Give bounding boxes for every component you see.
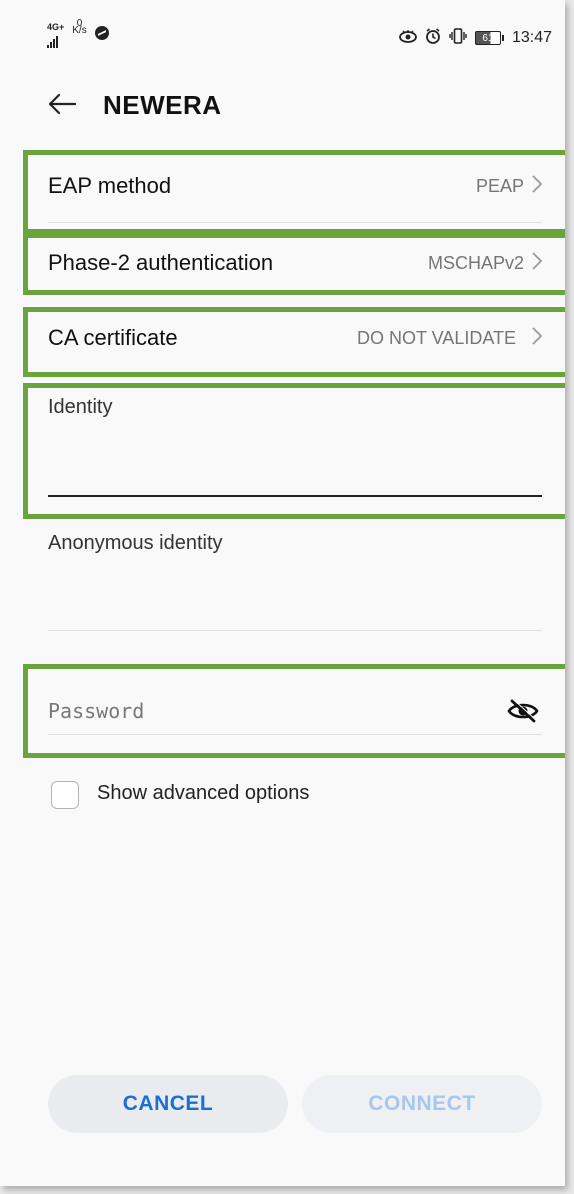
- password-input[interactable]: [48, 693, 488, 729]
- password-underline: [48, 734, 542, 735]
- network-type: 4G+: [47, 22, 65, 32]
- battery-level: 61: [474, 30, 501, 45]
- wifi-config-screen: 4G+ 0 K/s 61 13:47 NEWERA EAP method PEA…: [0, 0, 565, 1186]
- ca-certificate-label: CA certificate: [48, 325, 178, 350]
- vibrate-icon: [449, 28, 467, 47]
- identity-input[interactable]: [48, 430, 542, 494]
- eap-method-label: EAP method: [48, 173, 172, 198]
- eye-off-icon[interactable]: [506, 698, 540, 724]
- chevron-right-icon: [532, 252, 543, 274]
- chevron-right-icon: [532, 327, 543, 349]
- connect-button[interactable]: CONNECT: [302, 1075, 542, 1133]
- cancel-button[interactable]: CANCEL: [48, 1075, 288, 1133]
- phase2-auth-value: MSCHAPv2: [427, 252, 524, 273]
- show-advanced-checkbox[interactable]: [51, 781, 79, 809]
- show-advanced-label[interactable]: Show advanced options: [97, 782, 309, 805]
- messenger-icon: [94, 26, 109, 40]
- page-title: NEWERA: [103, 89, 222, 120]
- arrow-left-icon[interactable]: [47, 88, 77, 122]
- status-bar: 4G+ 0 K/s 61 13:47: [0, 0, 565, 60]
- anonymous-identity-underline: [48, 630, 542, 631]
- anonymous-identity-label: Anonymous identity: [48, 532, 223, 554]
- eap-method-row[interactable]: EAP method PEAP: [48, 166, 543, 206]
- divider: [48, 222, 542, 223]
- anonymous-identity-input[interactable]: [48, 566, 542, 628]
- clock: 13:47: [511, 28, 552, 46]
- status-bar-left: 4G+ 0 K/s: [47, 18, 109, 48]
- phase2-auth-label: Phase-2 authentication: [48, 250, 274, 275]
- eap-method-value: PEAP: [475, 175, 524, 196]
- ca-certificate-value: DO NOT VALIDATE: [356, 327, 516, 348]
- status-bar-right: 61 13:47: [399, 28, 552, 47]
- phase2-auth-row[interactable]: Phase-2 authentication MSCHAPv2: [48, 243, 543, 283]
- identity-label: Identity: [48, 396, 113, 418]
- header: NEWERA: [47, 88, 222, 122]
- battery-icon: 61: [474, 30, 504, 45]
- identity-underline: [48, 495, 542, 497]
- signal-icon: 4G+: [47, 22, 64, 48]
- eye-comfort-icon: [399, 29, 417, 46]
- alarm-icon: [425, 28, 441, 47]
- ca-certificate-row[interactable]: CA certificate DO NOT VALIDATE: [48, 318, 543, 358]
- chevron-right-icon: [532, 175, 543, 197]
- data-speed: 0 K/s: [72, 18, 87, 36]
